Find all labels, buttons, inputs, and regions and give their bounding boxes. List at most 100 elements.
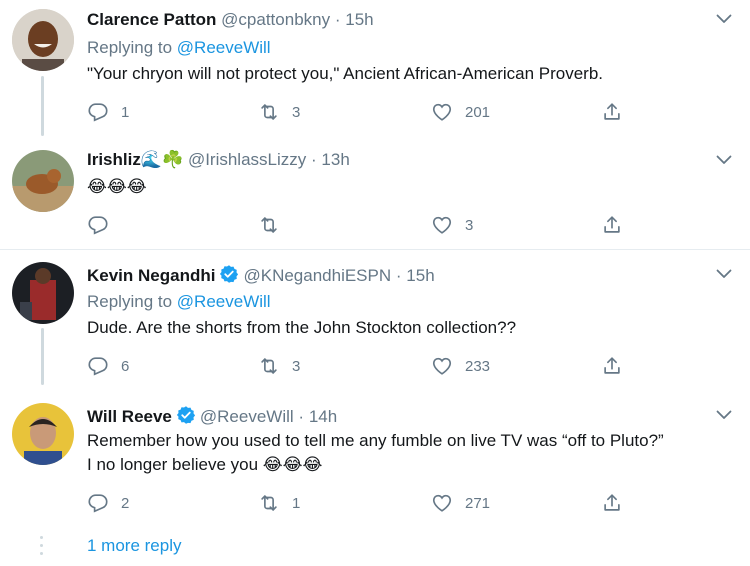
action-bar: 6 3 233 — [87, 354, 647, 378]
tweet-text-line-1: Remember how you used to tell me any fum… — [87, 431, 664, 450]
share-button[interactable] — [601, 213, 623, 237]
tweet-header: Kevin Negandhi @KNegandhiESPN · 15h — [87, 264, 435, 287]
separator: · — [311, 150, 317, 169]
reply-button[interactable]: 2 — [87, 491, 129, 515]
chevron-down-icon[interactable] — [716, 14, 732, 24]
reply-icon — [87, 101, 109, 123]
reply-icon — [87, 492, 109, 514]
like-count: 201 — [465, 103, 491, 121]
like-button[interactable]: 201 — [431, 100, 490, 124]
retweet-icon — [258, 214, 280, 236]
retweet-count: 1 — [292, 494, 301, 512]
action-bar: 2 1 271 — [87, 491, 647, 515]
reply-thread: Clarence Patton @cpattonbkny · 15h Reply… — [0, 0, 750, 566]
action-bar: 3 — [87, 213, 647, 237]
like-icon — [431, 101, 453, 123]
avatar[interactable] — [12, 403, 74, 465]
tweet-text: 😂😂😂 — [87, 177, 147, 196]
retweet-count: 3 — [292, 103, 301, 121]
like-count: 233 — [465, 357, 491, 375]
chevron-down-icon[interactable] — [716, 269, 732, 279]
timestamp[interactable]: 15h — [406, 266, 434, 285]
user-handle[interactable]: @cpattonbkny — [221, 10, 330, 29]
like-icon — [431, 214, 453, 236]
reply-button[interactable] — [87, 213, 121, 237]
display-name[interactable]: Irishliz — [87, 150, 141, 169]
thread-connector — [41, 328, 44, 385]
retweet-count: 3 — [292, 357, 301, 375]
retweet-icon — [258, 101, 280, 123]
share-icon — [601, 492, 623, 514]
retweet-button[interactable] — [258, 213, 292, 237]
separator: · — [298, 407, 305, 426]
tweet-text-line-2-words: I no longer believe you — [87, 455, 259, 474]
tweet-text: Remember how you used to tell me any fum… — [87, 429, 727, 477]
avatar[interactable] — [12, 150, 74, 212]
display-name[interactable]: Kevin Negandhi — [87, 266, 215, 285]
timestamp[interactable]: 15h — [345, 10, 373, 29]
retweet-button[interactable]: 3 — [258, 100, 300, 124]
timestamp[interactable]: 14h — [309, 407, 337, 426]
reply-count: 6 — [121, 357, 130, 375]
like-icon — [431, 355, 453, 377]
verified-icon — [219, 264, 239, 284]
display-name[interactable]: Clarence Patton — [87, 10, 216, 29]
avatar-photo — [12, 9, 74, 71]
tweet-emojis: 😂😂😂 — [262, 455, 323, 474]
retweet-button[interactable]: 3 — [258, 354, 300, 378]
share-button[interactable] — [601, 354, 623, 378]
tweet-irishliz[interactable]: Irishliz🌊☘️ @IrishlassLizzy · 13h 😂😂😂 3 — [0, 145, 750, 249]
thread-dots — [40, 536, 44, 560]
mention-link[interactable]: @ReeveWill — [177, 292, 271, 311]
display-name[interactable]: Will Reeve — [87, 407, 172, 426]
mention-link[interactable]: @ReeveWill — [177, 38, 271, 57]
reply-icon — [87, 355, 109, 377]
reply-button[interactable]: 1 — [87, 100, 129, 124]
reply-button[interactable]: 6 — [87, 354, 129, 378]
tweet-text: "Your chryon will not protect you," Anci… — [87, 64, 604, 83]
tweet-header: Clarence Patton @cpattonbkny · 15h — [87, 9, 374, 31]
share-icon — [601, 214, 623, 236]
reply-count: 2 — [121, 494, 130, 512]
avatar[interactable] — [12, 262, 74, 324]
more-replies-link[interactable]: 1 more reply — [87, 536, 181, 556]
tweet-clarence-patton[interactable]: Clarence Patton @cpattonbkny · 15h Reply… — [0, 0, 750, 145]
timestamp[interactable]: 13h — [321, 150, 349, 169]
tweet-header: Irishliz🌊☘️ @IrishlassLizzy · 13h — [87, 149, 350, 171]
share-icon — [601, 355, 623, 377]
retweet-button[interactable]: 1 — [258, 491, 300, 515]
avatar-photo — [12, 262, 74, 324]
separator: · — [334, 10, 341, 29]
tweet-header: Will Reeve @ReeveWill · 14h — [87, 405, 337, 428]
replying-to-label: Replying to — [87, 38, 173, 57]
tweet-will-reeve[interactable]: Will Reeve @ReeveWill · 14h Remember how … — [0, 395, 750, 527]
chevron-down-icon[interactable] — [716, 155, 732, 165]
avatar-photo — [12, 150, 74, 212]
retweet-icon — [258, 492, 280, 514]
tweet-text-line-2: I no longer believe you 😂😂😂 — [87, 453, 727, 477]
avatar[interactable] — [12, 9, 74, 71]
replying-to-label: Replying to — [87, 292, 173, 311]
chevron-down-icon[interactable] — [716, 410, 732, 420]
reply-count: 1 — [121, 103, 130, 121]
like-button[interactable]: 3 — [431, 213, 473, 237]
thread-connector — [41, 76, 44, 136]
separator: · — [395, 266, 402, 285]
retweet-icon — [258, 355, 280, 377]
like-count: 3 — [465, 216, 474, 234]
tweet-text: Dude. Are the shorts from the John Stock… — [87, 318, 517, 337]
share-icon — [601, 101, 623, 123]
replying-to: Replying to @ReeveWill — [87, 37, 271, 59]
avatar-photo — [12, 403, 74, 465]
user-handle[interactable]: @IrishlassLizzy — [188, 150, 306, 169]
user-handle[interactable]: @KNegandhiESPN — [243, 266, 391, 285]
verified-icon — [176, 405, 196, 425]
like-icon — [431, 492, 453, 514]
share-button[interactable] — [601, 100, 623, 124]
user-handle[interactable]: @ReeveWill — [200, 407, 294, 426]
reply-icon — [87, 214, 109, 236]
like-button[interactable]: 271 — [431, 491, 490, 515]
like-button[interactable]: 233 — [431, 354, 490, 378]
share-button[interactable] — [601, 491, 623, 515]
tweet-kevin-negandhi[interactable]: Kevin Negandhi @KNegandhiESPN · 15h Reply… — [0, 250, 750, 395]
